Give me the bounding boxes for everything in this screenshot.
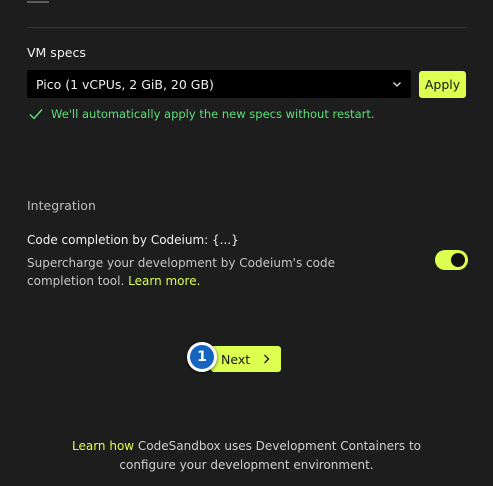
- footer-text-2: configure your development environment.: [119, 458, 374, 472]
- footer-line-1: Learn how CodeSandbox uses Development C…: [0, 437, 493, 456]
- integration-heading: Integration: [27, 198, 96, 213]
- step-number-badge: 1: [187, 342, 217, 372]
- vm-specs-selected-value: Pico (1 vCPUs, 2 GiB, 20 GB): [36, 76, 214, 92]
- check-icon: [29, 109, 43, 120]
- clipped-heading-fragment: [27, 0, 67, 4]
- apply-status-note: We'll automatically apply the new specs …: [29, 107, 375, 121]
- learn-how-link[interactable]: Learn how: [72, 439, 134, 453]
- vm-specs-label: VM specs: [27, 45, 86, 60]
- next-button[interactable]: Next: [211, 346, 281, 372]
- codeium-toggle[interactable]: [435, 250, 468, 270]
- step-number: 1: [190, 345, 214, 369]
- toggle-knob: [451, 253, 465, 267]
- apply-note-text: We'll automatically apply the new specs …: [51, 107, 375, 121]
- codeium-title: Code completion by Codeium: {...}: [27, 233, 239, 247]
- footer-note: Learn how CodeSandbox uses Development C…: [0, 437, 493, 475]
- footer-text-1: CodeSandbox uses Development Containers …: [134, 439, 422, 453]
- codeium-description: Supercharge your development by Codeium'…: [27, 254, 347, 290]
- section-divider: [27, 27, 467, 28]
- chevron-down-icon: [393, 82, 401, 87]
- apply-button[interactable]: Apply: [419, 71, 466, 98]
- learn-more-link[interactable]: Learn more.: [128, 274, 200, 288]
- vm-specs-select[interactable]: Pico (1 vCPUs, 2 GiB, 20 GB): [27, 70, 411, 98]
- next-button-label: Next: [221, 351, 251, 367]
- chevron-right-icon: [264, 354, 270, 364]
- vm-settings-panel: VM specs Pico (1 vCPUs, 2 GiB, 20 GB) Ap…: [0, 0, 493, 486]
